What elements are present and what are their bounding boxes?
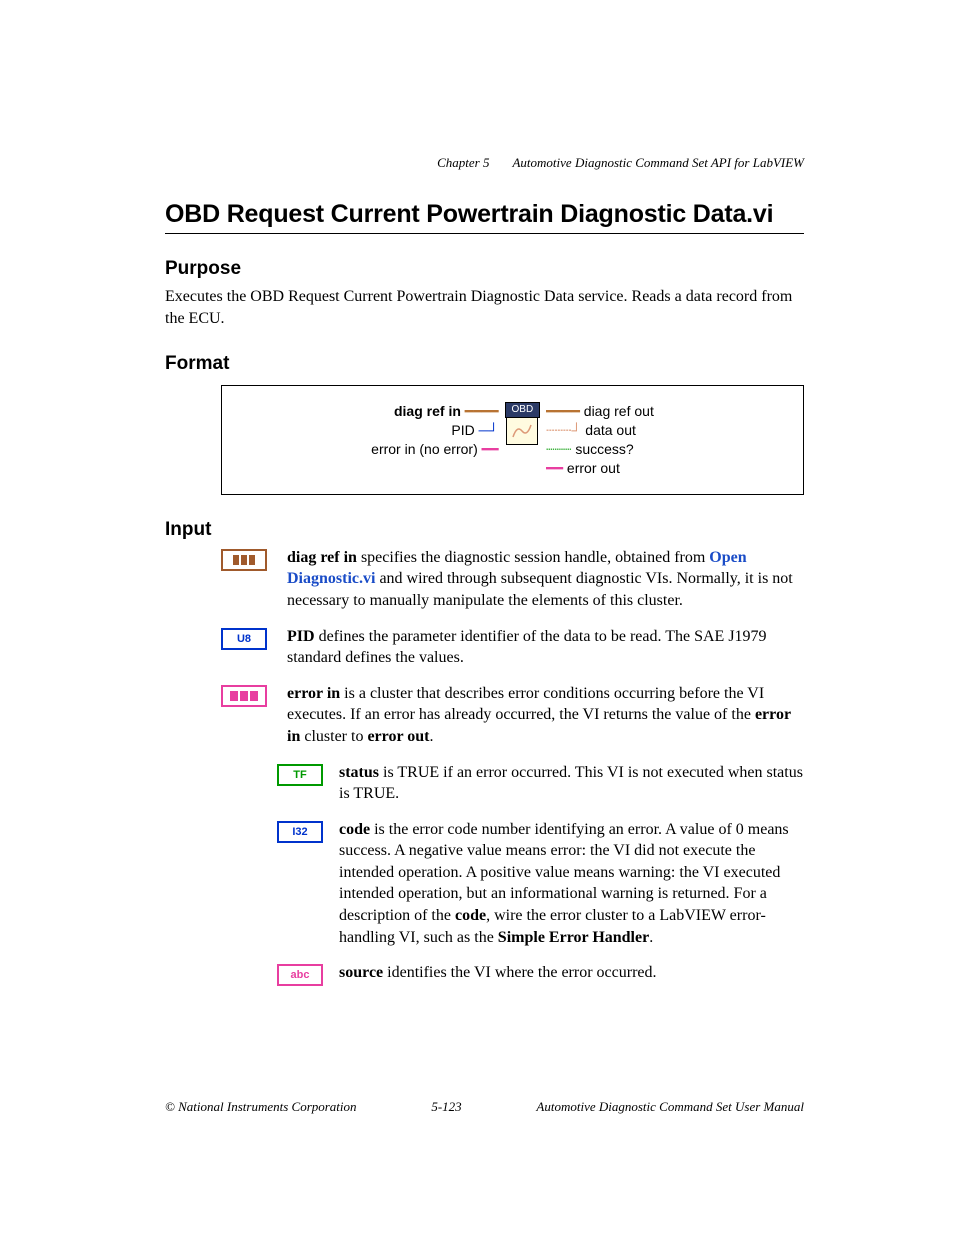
diag-in-3: error in (no error) [371, 441, 478, 457]
input-source: abc source identifies the VI where the e… [277, 962, 804, 986]
diag-out-1: diag ref out [584, 403, 654, 419]
text-segment: cluster to [300, 728, 367, 745]
section-heading-purpose: Purpose [165, 258, 804, 280]
diag-out-2: data out [585, 422, 636, 438]
input-code: I32 code is the error code number identi… [277, 819, 804, 949]
vi-connector-diagram: diag ref in ━━━━ PID ─┘ error in (no err… [221, 385, 804, 495]
node-icon [506, 417, 538, 445]
param-name: error in [287, 685, 340, 702]
diagram-node: OBD [505, 402, 541, 445]
param-name: status [339, 764, 379, 781]
page-footer: © National Instruments Corporation 5-123… [165, 1099, 804, 1115]
node-label: OBD [505, 402, 541, 418]
input-text: status is TRUE if an error occurred. Thi… [339, 762, 804, 805]
cluster-type-icon [221, 549, 267, 571]
input-text: code is the error code number identifyin… [339, 819, 804, 949]
wire-icon: ━━ [546, 460, 563, 476]
document-page: Chapter 5 Automotive Diagnostic Command … [0, 0, 954, 1235]
header-chapter: Chapter 5 [437, 155, 489, 170]
param-name: code [339, 821, 370, 838]
purpose-text: Executes the OBD Request Current Powertr… [165, 286, 804, 329]
param-name: diag ref in [287, 549, 357, 566]
text-segment: is TRUE if an error occurred. This VI is… [339, 764, 803, 803]
input-diag-ref-in: diag ref in specifies the diagnostic ses… [221, 547, 804, 612]
input-text: error in is a cluster that describes err… [287, 683, 804, 748]
text-segment: . [649, 929, 653, 946]
title-rule [165, 233, 804, 234]
i32-type-icon: I32 [277, 821, 323, 843]
u8-type-icon: U8 [221, 628, 267, 650]
param-name: PID [287, 628, 315, 645]
header-title: Automotive Diagnostic Command Set API fo… [512, 155, 804, 170]
diagram-inner: diag ref in ━━━━ PID ─┘ error in (no err… [371, 402, 654, 478]
footer-page-number: 5-123 [431, 1099, 461, 1115]
footer-manual-title: Automotive Diagnostic Command Set User M… [536, 1099, 804, 1115]
wire-icon: ━━ [482, 441, 499, 457]
error-cluster-type-icon [221, 685, 267, 707]
section-heading-format: Format [165, 353, 804, 375]
input-status: TF status is TRUE if an error occurred. … [277, 762, 804, 805]
diagram-inputs: diag ref in ━━━━ PID ─┘ error in (no err… [371, 402, 498, 459]
wire-icon: ┈┈┈ [546, 441, 571, 457]
text-segment: is a cluster that describes error condit… [287, 685, 764, 724]
string-type-icon: abc [277, 964, 323, 986]
diag-in-2: PID [451, 422, 474, 438]
diag-in-1: diag ref in [394, 403, 461, 419]
running-header: Chapter 5 Automotive Diagnostic Command … [437, 155, 804, 171]
diag-out-4: error out [567, 460, 620, 476]
input-error-in: error in is a cluster that describes err… [221, 683, 804, 748]
text-segment: specifies the diagnostic session handle,… [357, 549, 709, 566]
footer-copyright: © National Instruments Corporation [165, 1099, 357, 1115]
param-name: source [339, 964, 383, 981]
text-segment: defines the parameter identifier of the … [287, 628, 767, 667]
wire-icon: ━━━━ [465, 403, 499, 419]
wire-icon: ┄┄┄┘ [546, 422, 581, 438]
section-heading-input: Input [165, 519, 804, 541]
wire-icon: ━━━━ [546, 403, 580, 419]
bold-ref: code [455, 907, 486, 924]
page-title: OBD Request Current Powertrain Diagnosti… [165, 200, 804, 229]
input-text: diag ref in specifies the diagnostic ses… [287, 547, 804, 612]
input-pid: U8 PID defines the parameter identifier … [221, 626, 804, 669]
boolean-type-icon: TF [277, 764, 323, 786]
bold-ref: error out [367, 728, 429, 745]
input-text: PID defines the parameter identifier of … [287, 626, 804, 669]
wire-icon: ─┘ [479, 422, 499, 438]
input-text: source identifies the VI where the error… [339, 962, 804, 984]
text-segment: identifies the VI where the error occurr… [383, 964, 656, 981]
text-segment: . [430, 728, 434, 745]
diag-out-3: success? [575, 441, 633, 457]
bold-ref: Simple Error Handler [498, 929, 649, 946]
diagram-outputs: ━━━━ diag ref out ┄┄┄┘ data out ┈┈┈ succ… [546, 402, 654, 478]
